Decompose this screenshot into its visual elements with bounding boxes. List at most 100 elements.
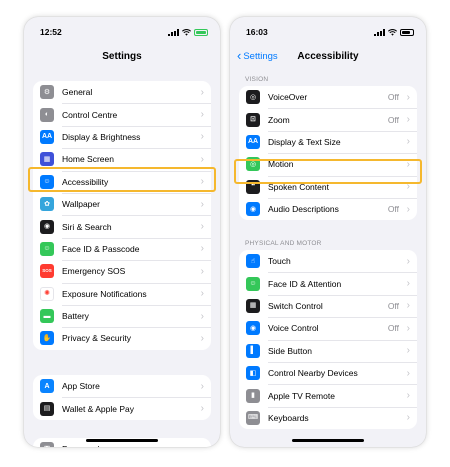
settings-row-general[interactable]: ⚙ General ›	[33, 81, 211, 103]
settings-row-switch-control[interactable]: ▦ Switch Control Off ›	[239, 294, 417, 317]
face-id-icon: ☺	[246, 276, 260, 291]
settings-row-face-id-and-passcode[interactable]: ☺ Face ID & Passcode ›	[33, 237, 211, 260]
row-label: Control Nearby Devices	[268, 368, 358, 379]
section-header-physical-motor: PHYSICAL AND MOTOR	[245, 240, 322, 247]
row-value: Off	[387, 204, 399, 215]
row-label: Wallpaper	[62, 199, 100, 210]
chevron-right-icon: ›	[406, 136, 410, 148]
chevron-right-icon: ›	[406, 367, 410, 379]
hand-icon: ✋	[40, 331, 54, 346]
settings-row-voice-control[interactable]: ◉ Voice Control Off ›	[239, 317, 417, 339]
row-label: Siri & Search	[62, 221, 112, 232]
settings-row-zoom[interactable]: ⊡ Zoom Off ›	[239, 108, 417, 130]
wallet-icon: ▤	[40, 401, 54, 416]
settings-row-siri-and-search[interactable]: ◉ Siri & Search ›	[33, 215, 211, 237]
chevron-right-icon: ›	[200, 332, 204, 344]
chevron-right-icon: ›	[201, 444, 204, 447]
vision-group: ◎ VoiceOver Off › ⊡ Zoom Off › AA Display & Text …	[239, 86, 417, 221]
chevron-right-icon: ›	[200, 403, 204, 415]
chevron-right-icon: ›	[200, 288, 204, 300]
chevron-right-icon: ›	[200, 310, 204, 322]
chevron-right-icon: ›	[200, 109, 204, 121]
settings-row-apple-tv-remote[interactable]: ▮ Apple TV Remote ›	[239, 384, 417, 406]
face-id-icon: ☺	[40, 241, 54, 256]
home-indicator[interactable]	[292, 439, 364, 442]
row-label: Battery	[62, 311, 89, 322]
settings-row-wallet-and-apple-pay[interactable]: ▤ Wallet & Apple Pay ›	[33, 397, 211, 419]
keyboard-icon: ⌨	[246, 410, 260, 425]
status-time: 16:03	[246, 27, 268, 37]
battery-status-icon	[194, 29, 208, 36]
row-label: Display & Brightness	[62, 131, 141, 142]
chevron-right-icon: ›	[406, 322, 410, 334]
chevron-right-icon: ›	[406, 203, 410, 215]
chevron-right-icon: ›	[200, 198, 204, 210]
text-size-icon: AA	[246, 134, 260, 149]
chevron-right-icon: ›	[200, 265, 204, 277]
row-label: Voice Control	[268, 323, 319, 334]
settings-row-control-centre[interactable]: ◐ Control Centre ›	[33, 103, 211, 125]
settings-row-control-nearby-devices[interactable]: ◧ Control Nearby Devices ›	[239, 361, 417, 384]
settings-row-display-and-text-size[interactable]: AA Display & Text Size ›	[239, 130, 417, 153]
highlight-frame	[234, 159, 422, 184]
row-label: Zoom	[268, 114, 290, 125]
settings-row-battery[interactable]: ▬ Battery ›	[33, 304, 211, 327]
row-label: Face ID & Passcode	[62, 243, 140, 254]
settings-row-keyboards[interactable]: ⌨ Keyboards ›	[239, 406, 417, 429]
chevron-right-icon: ›	[406, 412, 410, 424]
row-label: Side Button	[268, 345, 312, 356]
page-title: Settings	[102, 51, 142, 62]
chevron-right-icon: ›	[200, 153, 204, 165]
page-title: Accessibility	[297, 51, 359, 62]
chevron-right-icon: ›	[406, 300, 410, 312]
settings-row-privacy-and-security[interactable]: ✋ Privacy & Security ›	[33, 327, 211, 349]
nav-bar: Settings	[24, 44, 220, 68]
row-label: Control Centre	[62, 109, 118, 120]
row-label: General	[62, 87, 93, 98]
chevron-right-icon: ›	[200, 380, 204, 392]
settings-group: A App Store › ▤ Wallet & Apple Pay ›	[33, 375, 211, 420]
settings-row-emergency-sos[interactable]: SOS Emergency SOS ›	[33, 260, 211, 282]
row-label: Exposure Notifications	[62, 288, 147, 299]
voice-control-icon: ◉	[246, 321, 260, 336]
row-value: Off	[387, 114, 399, 125]
row-label: Passwords	[62, 444, 104, 447]
gear-icon: ⚙	[40, 85, 54, 100]
row-label: Face ID & Attention	[268, 278, 342, 289]
settings-row-display-and-brightness[interactable]: AA Display & Brightness ›	[33, 125, 211, 148]
row-value: Off	[387, 300, 399, 311]
chevron-right-icon: ›	[406, 114, 410, 126]
settings-screen: 12:52 Settings ⚙ General › ◐ Control Centre ›…	[24, 17, 220, 447]
settings-row-audio-descriptions[interactable]: ◉ Audio Descriptions Off ›	[239, 197, 417, 220]
row-label: Switch Control	[268, 300, 323, 311]
grid-icon: ▦	[40, 152, 54, 167]
row-label: Wallet & Apple Pay	[62, 403, 134, 414]
row-label: Keyboards	[268, 412, 309, 423]
nearby-devices-icon: ◧	[246, 366, 260, 381]
settings-row-voiceover[interactable]: ◎ VoiceOver Off ›	[239, 86, 417, 108]
chevron-right-icon: ›	[406, 255, 410, 267]
settings-row-exposure-notifications[interactable]: ✺ Exposure Notifications ›	[33, 282, 211, 305]
side-button-icon: ▌	[246, 343, 260, 358]
row-value: Off	[387, 323, 399, 334]
wifi-icon	[182, 29, 191, 36]
chevron-right-icon: ›	[406, 278, 410, 290]
voiceover-icon: ◎	[246, 90, 260, 105]
settings-row-touch[interactable]: ☝ Touch ›	[239, 250, 417, 272]
row-label: Touch	[268, 256, 291, 267]
app-store-icon: A	[40, 379, 54, 394]
status-bar: 12:52	[24, 27, 220, 41]
status-bar: 16:03	[230, 27, 426, 41]
home-indicator[interactable]	[86, 439, 158, 442]
nav-bar: ‹ Settings Accessibility	[230, 44, 426, 68]
settings-row-app-store[interactable]: A App Store ›	[33, 375, 211, 397]
cellular-signal-icon	[374, 29, 385, 36]
chevron-right-icon: ›	[200, 221, 204, 233]
settings-row-face-id-and-attention[interactable]: ☺ Face ID & Attention ›	[239, 272, 417, 294]
settings-row-side-button[interactable]: ▌ Side Button ›	[239, 339, 417, 362]
settings-row-wallpaper[interactable]: ✿ Wallpaper ›	[33, 192, 211, 215]
key-icon: ⚿	[40, 442, 54, 447]
section-header-vision: VISION	[245, 76, 269, 83]
siri-icon: ◉	[40, 219, 54, 234]
row-label: App Store	[62, 381, 100, 392]
